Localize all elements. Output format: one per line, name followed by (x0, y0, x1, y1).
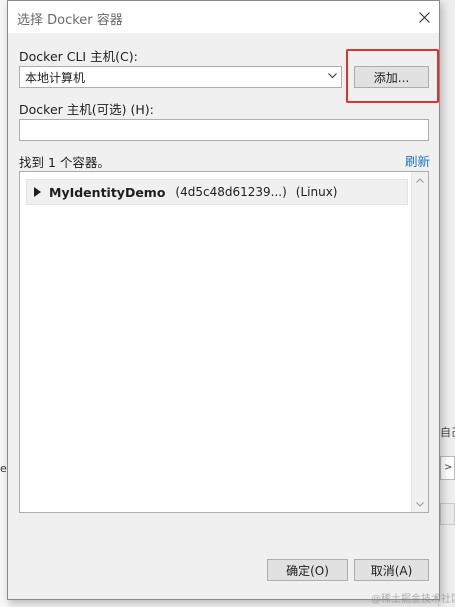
scroll-down-icon[interactable] (412, 496, 428, 512)
host-label: Docker 主机(可选) (H): (19, 102, 154, 117)
cli-host-selected-value: 本地计算机 (25, 70, 86, 85)
highlight-box (346, 49, 439, 103)
container-list: MyIdentityDemo (4d5c48d61239...) (Linux) (19, 171, 429, 513)
chevron-right-icon: > (444, 462, 453, 473)
background-left-text: e (0, 462, 7, 475)
host-input[interactable] (19, 119, 429, 141)
container-name: MyIdentityDemo (49, 184, 166, 200)
scroll-up-icon[interactable] (412, 172, 428, 188)
close-icon (418, 11, 430, 23)
expand-arrow-icon[interactable] (29, 187, 45, 197)
vertical-scrollbar[interactable] (411, 172, 428, 512)
cancel-button[interactable]: 取消(A) (354, 559, 429, 581)
ok-button[interactable]: 确定(O) (267, 559, 348, 581)
container-id: (4d5c48d61239...) (175, 185, 287, 199)
dialog-title: 选择 Docker 容器 (17, 13, 123, 28)
list-item[interactable]: MyIdentityDemo (4d5c48d61239...) (Linux) (26, 179, 408, 205)
container-os: (Linux) (295, 185, 338, 199)
background-button (440, 503, 455, 525)
close-button[interactable] (411, 3, 437, 31)
dialog-titlebar: 选择 Docker 容器 (8, 1, 439, 33)
found-containers-text: 找到 1 个容器。 (19, 155, 110, 170)
watermark: @稀土掘金技术社区 (371, 594, 455, 605)
cli-host-label: Docker CLI 主机(C): (19, 49, 138, 64)
refresh-link[interactable]: 刷新 (405, 151, 430, 170)
chevron-down-icon (327, 71, 337, 81)
cli-host-select[interactable]: 本地计算机 (19, 66, 342, 88)
select-docker-container-dialog: 选择 Docker 容器 Docker CLI 主机(C): 本地计算机 添加.… (7, 0, 440, 600)
background-right-text: 自己 (440, 426, 455, 439)
